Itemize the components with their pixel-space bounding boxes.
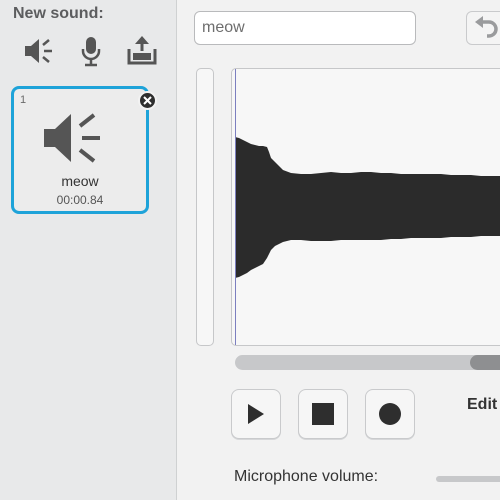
sound-duration: 00:00.84 xyxy=(56,193,104,207)
upload-icon xyxy=(127,36,157,65)
record-button[interactable] xyxy=(365,389,415,439)
waveform-scrollbar-thumb[interactable] xyxy=(470,355,500,370)
edit-menu[interactable]: Edit xyxy=(467,396,497,414)
new-sound-title: New sound: xyxy=(13,5,104,22)
upload-sound-button[interactable] xyxy=(125,34,159,68)
record-new-sound-button[interactable] xyxy=(74,34,108,68)
speaker-icon xyxy=(44,113,100,163)
choose-sound-from-library-button[interactable] xyxy=(22,34,56,68)
stop-button[interactable] xyxy=(298,389,348,439)
volume-level-meter xyxy=(196,68,214,346)
microphone-icon xyxy=(81,37,101,67)
delete-sound-button[interactable] xyxy=(138,91,157,110)
close-icon xyxy=(143,96,152,105)
sound-tile-meow[interactable]: 1 meow 00:00.84 xyxy=(11,86,149,214)
undo-icon xyxy=(475,16,498,38)
play-icon xyxy=(248,404,264,424)
waveform-editor[interactable] xyxy=(231,68,500,346)
waveform-scrollbar[interactable] xyxy=(235,355,500,370)
sound-name: meow xyxy=(61,173,99,189)
sound-index: 1 xyxy=(20,94,27,106)
undo-button[interactable] xyxy=(466,11,500,45)
play-button[interactable] xyxy=(231,389,281,439)
microphone-volume-label: Microphone volume: xyxy=(234,468,379,485)
sound-library-panel: New sound: 1 meow 00:00.84 xyxy=(0,0,177,500)
sound-name-input[interactable] xyxy=(194,11,416,45)
record-icon xyxy=(379,403,401,425)
playhead[interactable] xyxy=(235,69,236,345)
speaker-icon xyxy=(25,39,52,63)
waveform xyxy=(235,137,500,278)
stop-icon xyxy=(312,403,334,425)
microphone-volume-slider[interactable] xyxy=(436,476,500,482)
